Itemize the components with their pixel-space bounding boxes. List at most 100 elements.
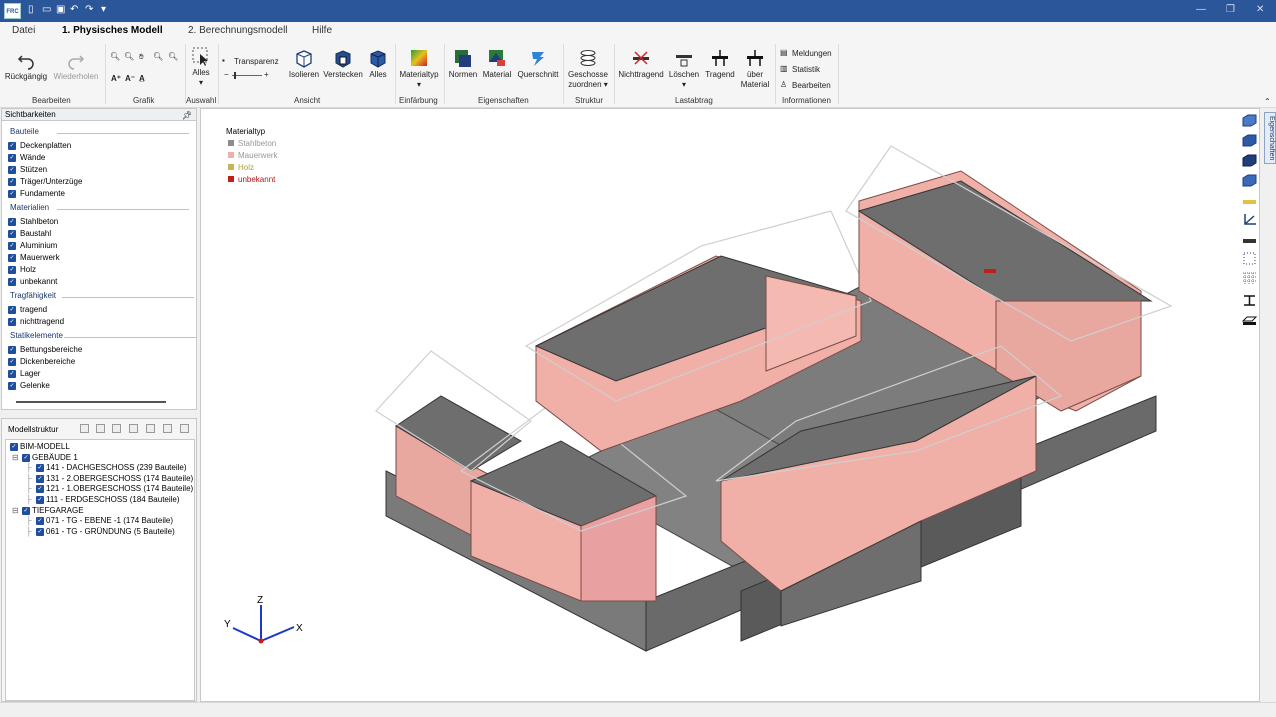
visibility-checkbox[interactable]: ✓ bbox=[8, 142, 16, 150]
grid-icon[interactable] bbox=[1242, 272, 1257, 285]
tree-node-root[interactable]: BIM-MODELL bbox=[20, 442, 70, 451]
tree-node-garage-level[interactable]: 071 - TG - EBENE -1 (174 Bauteile) bbox=[46, 516, 173, 525]
visibility-checkbox[interactable]: ✓ bbox=[8, 318, 16, 326]
zoom-all-icon[interactable]: 🔍︎ bbox=[168, 52, 178, 61]
move-icon[interactable] bbox=[163, 424, 172, 433]
zoom-in-icon[interactable]: 🔍︎ bbox=[110, 52, 120, 61]
edit-item-icon[interactable] bbox=[112, 424, 121, 433]
redo-icon[interactable]: ↷ bbox=[85, 4, 93, 15]
non-loadbearing-button[interactable]: Nichttragend bbox=[617, 48, 665, 80]
view-cube-front-icon[interactable] bbox=[1242, 154, 1257, 167]
visibility-checkbox[interactable]: ✓ bbox=[8, 190, 16, 198]
visibility-checkbox[interactable]: ✓ bbox=[8, 266, 16, 274]
undo-icon[interactable]: ↶ bbox=[70, 4, 78, 15]
isolate-button[interactable]: Isolieren bbox=[287, 48, 321, 80]
via-material-button[interactable]: über Material bbox=[738, 48, 772, 90]
collapse-ribbon-icon[interactable]: ⌃ bbox=[1264, 97, 1271, 106]
font-decrease-icon[interactable]: A⁻ bbox=[125, 74, 135, 83]
checkbox[interactable]: ✓ bbox=[36, 464, 44, 472]
select-all-button[interactable]: Alles ▾ bbox=[188, 46, 214, 88]
ruler-icon[interactable] bbox=[1242, 196, 1257, 209]
view-cube-side-icon[interactable] bbox=[1242, 174, 1257, 187]
checkbox[interactable]: ✓ bbox=[22, 454, 30, 462]
tree-node-storey[interactable]: 111 - ERDGESCHOSS (184 Bauteile) bbox=[46, 495, 180, 504]
tree-node-storey[interactable]: 121 - 1.OBERGESCHOSS (174 Bauteile) bbox=[46, 484, 193, 493]
delete-load-button[interactable]: Löschen ▾ bbox=[667, 48, 701, 90]
checkbox[interactable]: ✓ bbox=[36, 527, 44, 536]
norms-button[interactable]: Normen bbox=[448, 48, 478, 80]
dimension-icon[interactable] bbox=[1242, 234, 1257, 247]
tree-node-building[interactable]: GEBÄUDE 1 bbox=[32, 453, 78, 462]
visibility-checkbox[interactable]: ✓ bbox=[8, 230, 16, 238]
section-icon[interactable] bbox=[1242, 294, 1257, 307]
visibility-checkbox[interactable]: ✓ bbox=[8, 306, 16, 314]
customize-quick-access-icon[interactable]: ▾ bbox=[101, 4, 106, 15]
messages-button[interactable]: Meldungen bbox=[792, 49, 832, 58]
checkbox[interactable]: ✓ bbox=[36, 474, 44, 483]
save-icon[interactable]: ▣ bbox=[56, 4, 65, 15]
tab-berechnungsmodell[interactable]: 2. Berechnungsmodell bbox=[188, 25, 288, 36]
view-cube-top-icon[interactable] bbox=[1242, 134, 1257, 147]
visibility-checkbox[interactable]: ✓ bbox=[8, 370, 16, 378]
tree-node-garage[interactable]: TIEFGARAGE bbox=[32, 506, 84, 515]
collapse-icon[interactable]: ⊟ bbox=[12, 453, 19, 462]
maximize-icon[interactable]: ❐ bbox=[1226, 4, 1235, 15]
open-file-icon[interactable]: ▭ bbox=[42, 4, 51, 15]
delete-item-icon[interactable] bbox=[96, 424, 105, 433]
assign-storeys-button[interactable]: Geschosse zuordnen ▾ bbox=[566, 48, 610, 90]
visibility-checkbox[interactable]: ✓ bbox=[8, 242, 16, 250]
pin-icon[interactable]: 📌︎ bbox=[182, 110, 192, 122]
pan-hand-icon[interactable]: ✋︎ bbox=[139, 52, 144, 62]
redo-button[interactable]: Wiederholen bbox=[52, 50, 100, 82]
checkbox[interactable]: ✓ bbox=[36, 485, 44, 494]
visibility-checkbox[interactable]: ✓ bbox=[8, 178, 16, 186]
visibility-checkbox[interactable]: ✓ bbox=[8, 218, 16, 226]
properties-icon[interactable] bbox=[129, 424, 138, 433]
material-type-color-button[interactable]: Materialtyp ▾ bbox=[398, 48, 440, 90]
add-item-icon[interactable] bbox=[80, 424, 89, 433]
axes-icon[interactable] bbox=[1242, 213, 1257, 226]
export-icon[interactable] bbox=[180, 424, 189, 433]
checkbox[interactable]: ✓ bbox=[36, 517, 44, 525]
statistics-button[interactable]: Statistik bbox=[792, 65, 820, 74]
new-file-icon[interactable]: ▯ bbox=[28, 4, 34, 15]
visibility-checkbox[interactable]: ✓ bbox=[8, 154, 16, 162]
minimize-icon[interactable]: — bbox=[1196, 4, 1206, 15]
visibility-checkbox[interactable]: ✓ bbox=[8, 166, 16, 174]
material-button[interactable]: Material bbox=[481, 48, 513, 80]
cross-section-button[interactable]: Querschnitt bbox=[515, 48, 561, 80]
checkbox[interactable]: ✓ bbox=[22, 507, 30, 515]
checkbox[interactable]: ✓ bbox=[36, 496, 44, 505]
font-increase-icon[interactable]: A⁺ bbox=[111, 74, 121, 83]
font-reset-icon[interactable]: A̲ bbox=[139, 74, 145, 83]
undo-button[interactable]: Rückgängig bbox=[4, 50, 48, 82]
visibility-checkbox[interactable]: ✓ bbox=[8, 382, 16, 390]
visibility-checkbox[interactable]: ✓ bbox=[8, 358, 16, 366]
show-all-button[interactable]: Alles bbox=[365, 48, 391, 80]
tab-physisches-modell[interactable]: 1. Physisches Modell bbox=[62, 25, 163, 36]
loadbearing-button[interactable]: Tragend bbox=[703, 48, 737, 80]
copy-icon[interactable] bbox=[146, 424, 155, 433]
tree-node-garage-level[interactable]: 061 - TG - GRÜNDUNG (5 Bauteile) bbox=[46, 527, 175, 536]
visibility-checkbox[interactable]: ✓ bbox=[8, 254, 16, 262]
hide-button[interactable]: Verstecken bbox=[322, 48, 364, 80]
building-model-render[interactable]: Z X Y bbox=[201, 109, 1261, 703]
collapse-icon[interactable]: ⊟ bbox=[12, 506, 19, 515]
tree-node-storey[interactable]: 131 - 2.OBERGESCHOSS (174 Bauteile) bbox=[46, 474, 193, 483]
visibility-checkbox[interactable]: ✓ bbox=[8, 346, 16, 354]
edit-info-button[interactable]: Bearbeiten bbox=[792, 81, 831, 90]
zoom-window-icon[interactable]: 🔍︎ bbox=[153, 52, 163, 61]
close-icon[interactable]: ✕ bbox=[1256, 4, 1264, 15]
tab-hilfe[interactable]: Hilfe bbox=[312, 25, 332, 36]
checkbox[interactable]: ✓ bbox=[10, 443, 18, 451]
grid-dots-icon[interactable] bbox=[1242, 252, 1257, 265]
tab-datei[interactable]: Datei bbox=[12, 25, 35, 36]
plane-icon[interactable] bbox=[1242, 314, 1257, 327]
visibility-checkbox[interactable]: ✓ bbox=[8, 278, 16, 286]
zoom-out-icon[interactable]: 🔍︎ bbox=[124, 52, 134, 61]
transparency-slider[interactable]: − + bbox=[224, 70, 274, 80]
3d-viewport[interactable]: Z X Y bbox=[200, 108, 1260, 702]
properties-side-tab[interactable]: Eigenschaften bbox=[1264, 112, 1276, 164]
tree-node-storey[interactable]: 141 - DACHGESCHOSS (239 Bauteile) bbox=[46, 463, 187, 472]
view-cube-icon[interactable] bbox=[1242, 114, 1257, 127]
